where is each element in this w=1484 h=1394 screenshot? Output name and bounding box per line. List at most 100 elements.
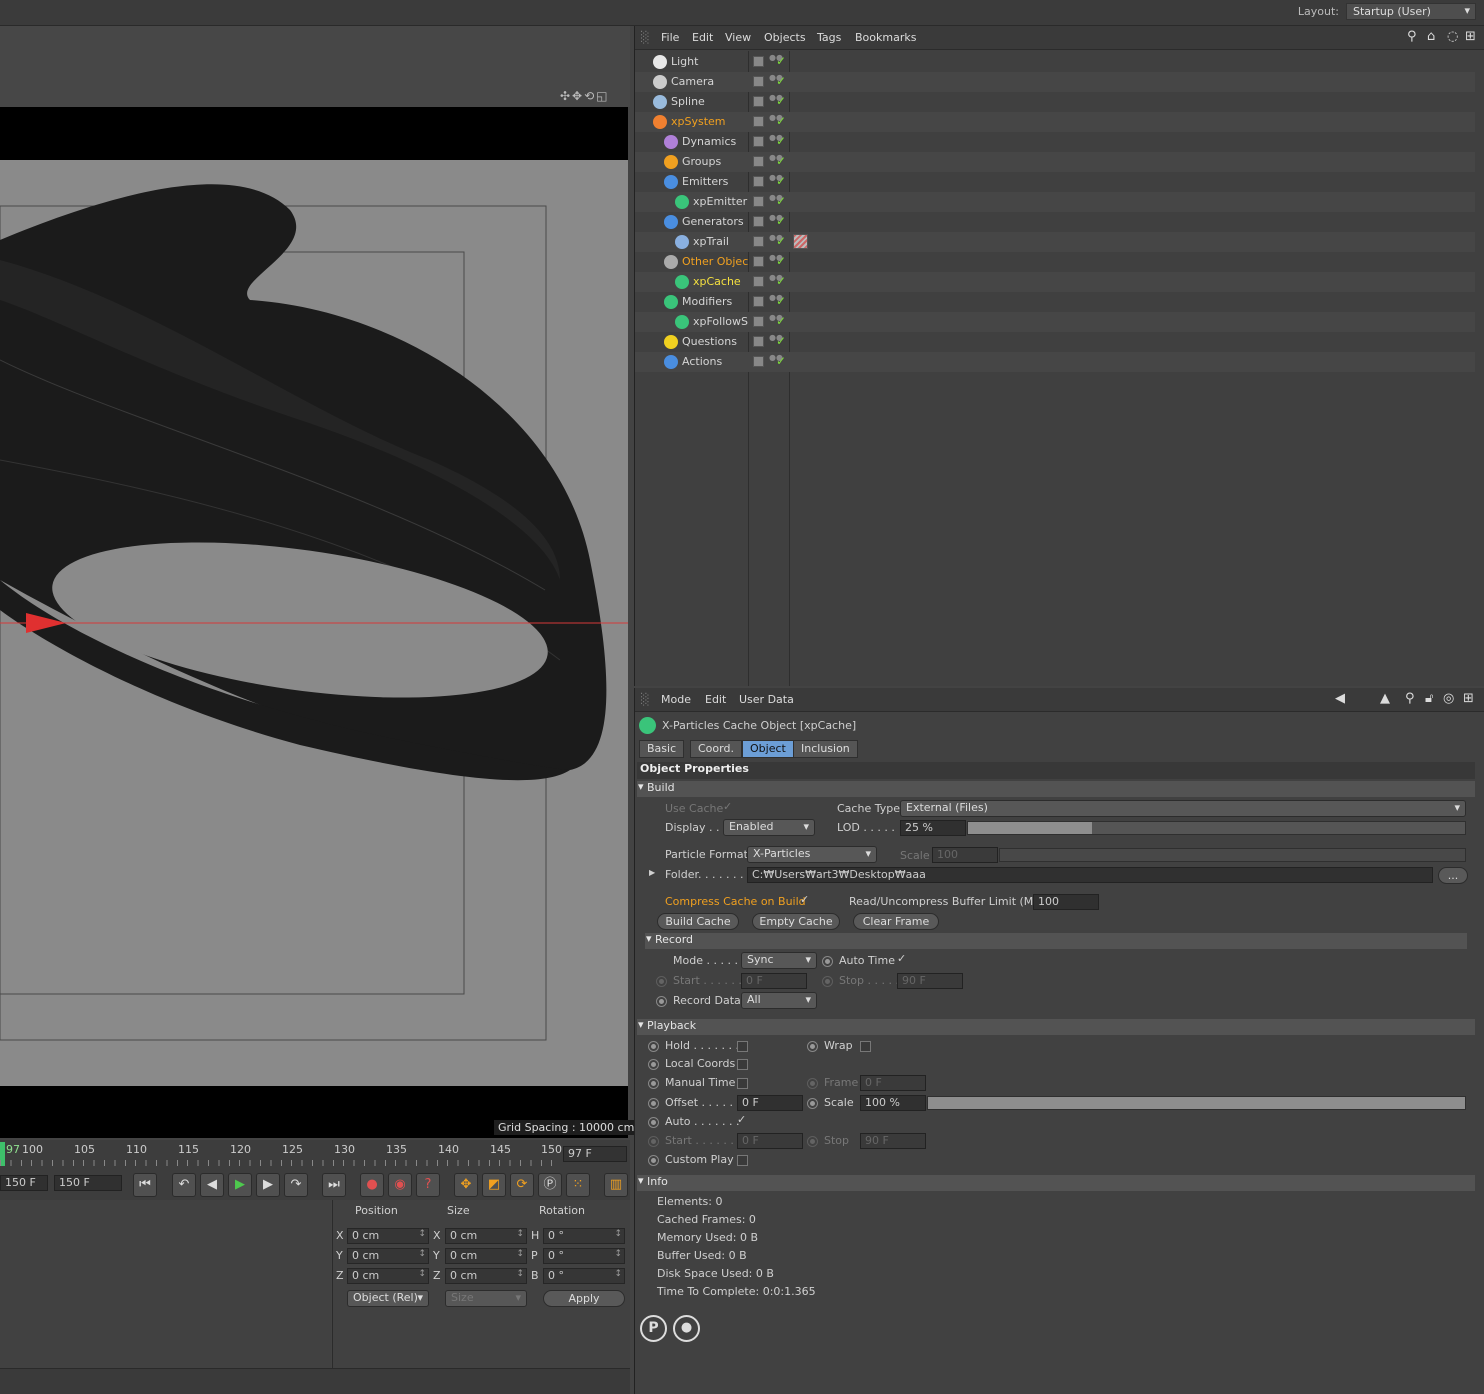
stop-radio[interactable] bbox=[822, 976, 833, 987]
layer-icon[interactable] bbox=[753, 336, 764, 347]
visibility-dots-icon[interactable]: ●● bbox=[769, 174, 783, 189]
visibility-dots-icon[interactable]: ●● bbox=[769, 314, 783, 329]
timeline-ruler[interactable]: 97 100 105 110 115 120 125 130 135 140 1… bbox=[0, 1140, 630, 1170]
enable-check-icon[interactable]: ✓ bbox=[776, 194, 786, 208]
start-field[interactable]: 0 F bbox=[741, 973, 807, 989]
local-coords-radio[interactable] bbox=[648, 1059, 659, 1070]
layer-icon[interactable] bbox=[753, 56, 764, 67]
layer-icon[interactable] bbox=[753, 356, 764, 367]
target-icon[interactable]: ◎ bbox=[1443, 691, 1454, 706]
playback-scale-slider[interactable] bbox=[927, 1096, 1466, 1110]
lod-field[interactable]: 25 % bbox=[900, 820, 966, 836]
local-coords-checkbox[interactable] bbox=[737, 1059, 748, 1070]
layer-icon[interactable] bbox=[753, 256, 764, 267]
menu-bookmarks[interactable]: Bookmarks bbox=[855, 31, 916, 44]
record-mode-dropdown[interactable]: Sync bbox=[741, 952, 817, 969]
coord-mode-dropdown[interactable]: Object (Rel) bbox=[347, 1290, 429, 1307]
scale-key-icon[interactable]: ◩ bbox=[482, 1173, 506, 1197]
stop-field[interactable]: 90 F bbox=[897, 973, 963, 989]
scale-slider[interactable] bbox=[999, 848, 1466, 862]
menu-user-data[interactable]: User Data bbox=[739, 693, 794, 706]
frame-field[interactable]: 0 F bbox=[860, 1075, 926, 1091]
layer-icon[interactable] bbox=[753, 96, 764, 107]
folder-browse-button[interactable]: ... bbox=[1438, 867, 1468, 884]
next-key-icon[interactable]: ↷ bbox=[284, 1173, 308, 1197]
record-section[interactable]: Record bbox=[645, 932, 1467, 949]
wrap-checkbox[interactable] bbox=[860, 1041, 871, 1052]
tab-coord[interactable]: Coord. bbox=[690, 740, 742, 758]
enable-check-icon[interactable]: ✓ bbox=[776, 354, 786, 368]
offset-radio[interactable] bbox=[648, 1098, 659, 1109]
link-icon[interactable]: ◌ bbox=[1447, 29, 1458, 44]
visibility-dots-icon[interactable]: ●● bbox=[769, 214, 783, 229]
go-to-start-button[interactable]: ⏮ bbox=[133, 1173, 157, 1197]
tree-row[interactable]: xpFollowSpline ●●✓ bbox=[635, 312, 1475, 332]
range-start-field[interactable]: 150 F bbox=[0, 1175, 48, 1191]
search-icon[interactable]: ⚲ bbox=[1405, 691, 1415, 706]
empty-cache-button[interactable]: Empty Cache bbox=[752, 913, 840, 930]
menu-mode[interactable]: Mode bbox=[661, 693, 691, 706]
tree-row[interactable]: Camera ●● ✓ bbox=[635, 72, 1475, 92]
layer-icon[interactable] bbox=[753, 156, 764, 167]
size-z-field[interactable]: 0 cm bbox=[445, 1268, 527, 1284]
visibility-dots-icon[interactable]: ●● bbox=[769, 194, 783, 209]
menu-edit[interactable]: Edit bbox=[692, 31, 713, 44]
param-key-icon[interactable]: Ⓟ bbox=[538, 1173, 562, 1197]
size-mode-dropdown[interactable]: Size bbox=[445, 1290, 527, 1307]
enable-check-icon[interactable]: ✓ bbox=[776, 54, 786, 68]
new-panel-icon[interactable]: ⊞ bbox=[1463, 691, 1474, 706]
next-frame-icon[interactable]: ▶ bbox=[256, 1173, 280, 1197]
playback-scale-field[interactable]: 100 % bbox=[860, 1095, 926, 1111]
menu-tags[interactable]: Tags bbox=[817, 31, 841, 44]
stop2-field[interactable]: 90 F bbox=[860, 1133, 926, 1149]
visibility-dots-icon[interactable]: ●● bbox=[769, 234, 783, 249]
custom-play-radio[interactable] bbox=[648, 1155, 659, 1166]
visibility-dots-icon[interactable]: ●● bbox=[769, 254, 783, 269]
layout-dropdown[interactable]: Startup (User) bbox=[1346, 3, 1476, 20]
enable-check-icon[interactable]: ✓ bbox=[776, 314, 786, 328]
tree-row[interactable]: xpEmitter ●● ✓ bbox=[635, 192, 1475, 212]
visibility-dots-icon[interactable]: ●● bbox=[769, 334, 783, 349]
lod-slider[interactable] bbox=[967, 821, 1466, 835]
range-end-field[interactable]: 150 F bbox=[54, 1175, 122, 1191]
layer-icon[interactable] bbox=[753, 316, 764, 327]
enable-check-icon[interactable]: ✓ bbox=[776, 294, 786, 308]
tree-row[interactable]: Emitters ●● ✓ bbox=[635, 172, 1475, 192]
tree-row[interactable]: Questions ●● ✓ bbox=[635, 332, 1475, 352]
visibility-dots-icon[interactable]: ●● bbox=[769, 114, 783, 129]
visibility-dots-icon[interactable]: ●● bbox=[769, 354, 783, 369]
auto-check[interactable]: ✓ bbox=[737, 1113, 746, 1126]
layer-icon[interactable] bbox=[753, 176, 764, 187]
folder-expand-icon[interactable]: ▶ bbox=[649, 868, 655, 877]
enable-check-icon[interactable]: ✓ bbox=[776, 94, 786, 108]
go-to-end-button[interactable]: ⏭ bbox=[322, 1173, 346, 1197]
frame-radio[interactable] bbox=[807, 1078, 818, 1089]
enable-check-icon[interactable]: ✓ bbox=[776, 334, 786, 348]
menu-edit[interactable]: Edit bbox=[705, 693, 726, 706]
back-arrow-icon[interactable]: ◀ bbox=[1335, 691, 1345, 706]
new-panel-icon[interactable]: ⊞ bbox=[1465, 29, 1476, 44]
info-section[interactable]: Info bbox=[637, 1174, 1475, 1191]
use-cache-check[interactable]: ✓ bbox=[723, 800, 732, 813]
hold-radio[interactable] bbox=[648, 1041, 659, 1052]
buffer-field[interactable]: 100 bbox=[1033, 894, 1099, 910]
start2-field[interactable]: 0 F bbox=[737, 1133, 803, 1149]
enable-check-icon[interactable]: ✓ bbox=[776, 174, 786, 188]
pos-z-field[interactable]: 0 cm bbox=[347, 1268, 429, 1284]
auto-time-check[interactable]: ✓ bbox=[897, 952, 906, 965]
tree-row[interactable]: Modifiers ●● ✓ bbox=[635, 292, 1475, 312]
enable-check-icon[interactable]: ✓ bbox=[776, 254, 786, 268]
menu-file[interactable]: File bbox=[661, 31, 679, 44]
manual-time-radio[interactable] bbox=[648, 1078, 659, 1089]
layer-icon[interactable] bbox=[753, 236, 764, 247]
rotate-key-icon[interactable]: ⟳ bbox=[510, 1173, 534, 1197]
cache-type-dropdown[interactable]: External (Files) bbox=[900, 800, 1466, 817]
menu-objects[interactable]: Objects bbox=[764, 31, 806, 44]
start2-radio[interactable] bbox=[648, 1136, 659, 1147]
enable-check-icon[interactable]: ✓ bbox=[776, 214, 786, 228]
camera-icon[interactable]: ● bbox=[673, 1315, 700, 1342]
layer-icon[interactable] bbox=[753, 76, 764, 87]
pos-y-field[interactable]: 0 cm bbox=[347, 1248, 429, 1264]
layer-icon[interactable] bbox=[753, 196, 764, 207]
stop2-radio[interactable] bbox=[807, 1136, 818, 1147]
